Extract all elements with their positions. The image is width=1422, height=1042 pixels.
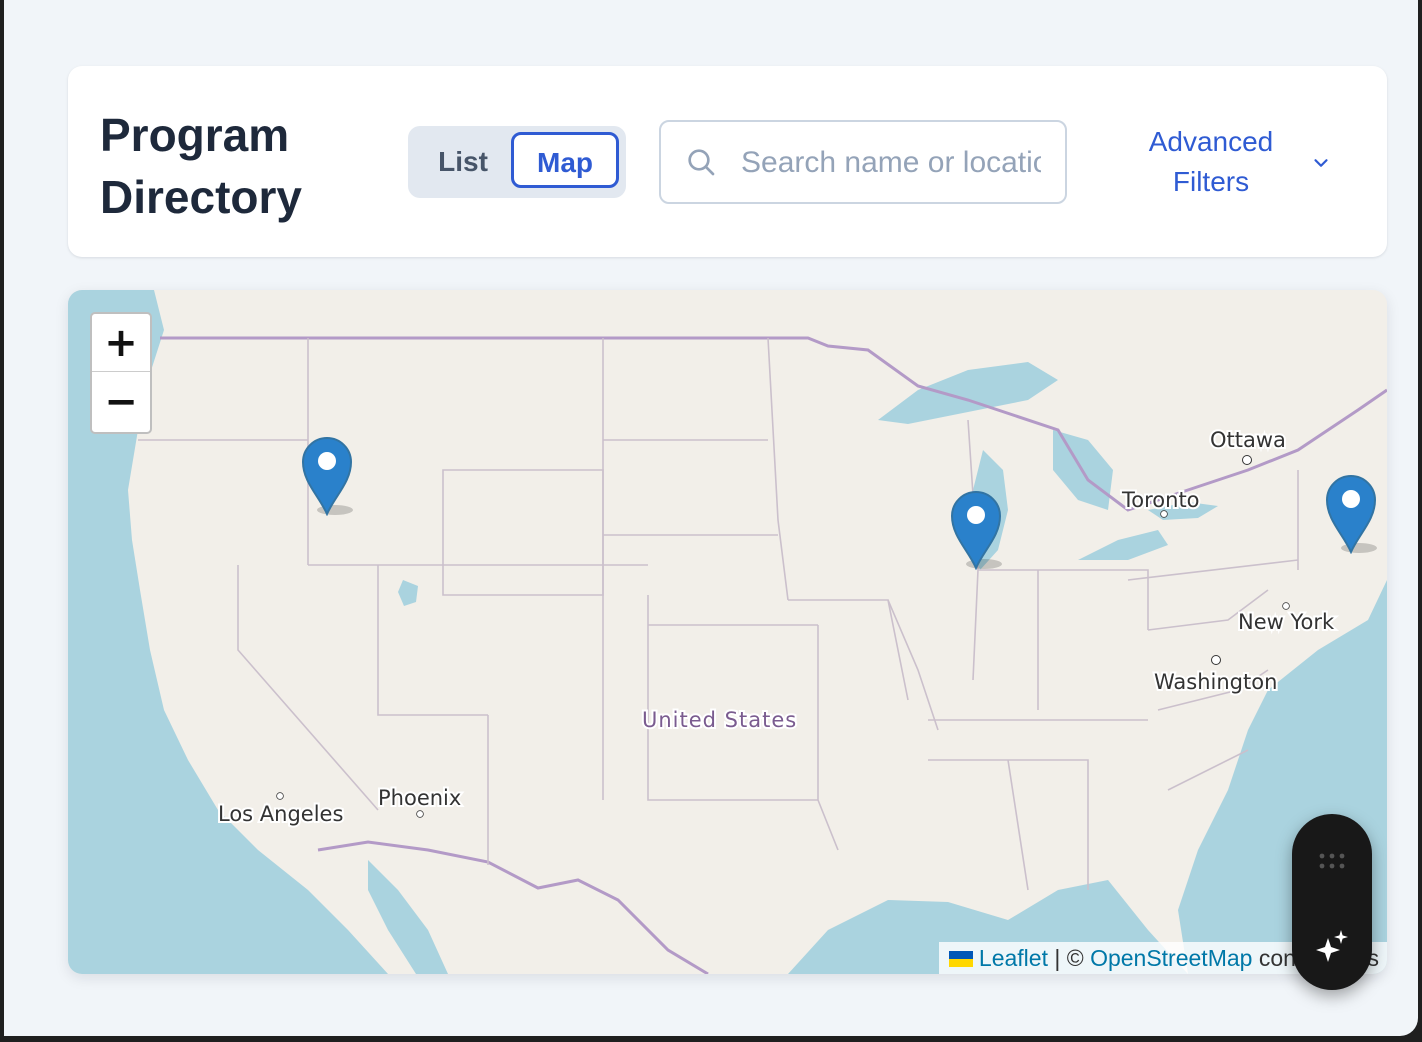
label-new-york: New York: [1238, 610, 1335, 634]
lake-superior: [878, 362, 1058, 424]
program-map[interactable]: Ottawa Toronto New York Washington Unite…: [68, 290, 1387, 974]
map-marker[interactable]: [950, 488, 1002, 571]
list-view-button[interactable]: List: [414, 132, 512, 192]
gulf-of-california: [368, 860, 448, 974]
washington-dot: [1211, 655, 1221, 665]
search-icon: [688, 149, 715, 176]
app-viewport: Program Directory List Map Advanced Filt…: [4, 0, 1418, 1036]
ukraine-flag-icon: [948, 951, 973, 967]
map-tiles[interactable]: Ottawa Toronto New York Washington Unite…: [68, 290, 1387, 974]
view-toggle: List Map: [408, 126, 626, 198]
advanced-filters-button[interactable]: Advanced Filters: [1138, 122, 1338, 206]
directory-header: Program Directory List Map Advanced Filt…: [68, 66, 1387, 257]
openstreetmap-link[interactable]: OpenStreetMap: [1090, 945, 1252, 971]
us-mexico-border: [317, 840, 709, 974]
label-ottawa: Ottawa: [1210, 428, 1286, 452]
map-pin-icon: [1325, 475, 1377, 555]
phoenix-dot: [416, 810, 424, 818]
page-title: Program Directory: [100, 109, 302, 223]
zoom-control: + −: [90, 312, 152, 434]
new-york-dot: [1282, 602, 1290, 610]
assistant-widget[interactable]: [1292, 814, 1372, 990]
label-toronto: Toronto: [1121, 488, 1200, 512]
chevron-down-icon: [1314, 159, 1328, 167]
search-box[interactable]: [659, 120, 1067, 204]
map-pin-icon: [950, 491, 1002, 571]
search-input[interactable]: [741, 138, 1041, 188]
attribution-separator: | ©: [1054, 945, 1084, 971]
label-los-angeles: Los Angeles: [218, 802, 343, 826]
map-marker[interactable]: [1325, 472, 1377, 555]
los-angeles-dot: [276, 792, 284, 800]
label-phoenix: Phoenix: [378, 786, 461, 810]
great-salt-lake: [398, 580, 418, 606]
zoom-out-button[interactable]: −: [92, 373, 150, 431]
grip-icon[interactable]: [1318, 852, 1346, 870]
leaflet-link[interactable]: Leaflet: [979, 945, 1048, 971]
map-view-button[interactable]: Map: [511, 132, 619, 188]
label-washington: Washington: [1154, 670, 1277, 694]
map-pin-icon: [301, 437, 353, 517]
label-united-states: United States: [642, 708, 797, 732]
lake-erie: [1078, 530, 1168, 560]
ottawa-dot: [1242, 455, 1252, 465]
map-marker[interactable]: [301, 434, 353, 517]
sparkle-icon[interactable]: [1314, 928, 1350, 964]
zoom-in-button[interactable]: +: [92, 314, 150, 372]
advanced-filters-label: Advanced Filters: [1148, 126, 1274, 197]
